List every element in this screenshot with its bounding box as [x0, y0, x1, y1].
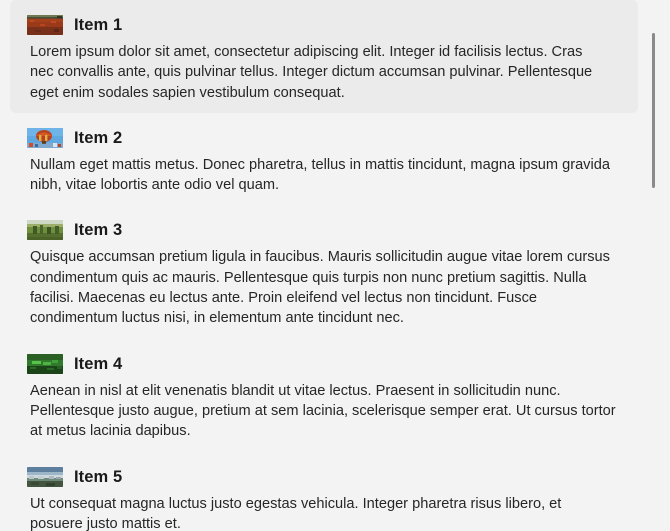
list-item-body: Nullam eget mattis metus. Donec pharetra… — [30, 156, 610, 194]
vertical-scrollbar-thumb[interactable] — [652, 33, 655, 188]
list-item-header: Item 1 — [20, 6, 622, 40]
app-root: Item 1 Lorem ipsum dolor sit amet, conse… — [0, 0, 670, 531]
list-item-header: Item 2 — [20, 119, 622, 153]
green-meadow-thumbnail — [27, 220, 63, 241]
list-item[interactable]: Item 1 Lorem ipsum dolor sit amet, conse… — [10, 0, 638, 113]
list-item-title: Item 3 — [74, 221, 123, 240]
list-item-header: Item 4 — [20, 345, 622, 379]
list-item[interactable]: Item 2 Nullam eget mattis metus. Donec p… — [10, 113, 638, 206]
list-item-header: Item 3 — [20, 211, 622, 245]
list-item-title: Item 1 — [74, 16, 123, 34]
item-list: Item 1 Lorem ipsum dolor sit amet, conse… — [0, 0, 648, 531]
list-item-body: Quisque accumsan pretium ligula in fauci… — [30, 249, 610, 327]
list-item-body: Aenean in nisl at elit venenatis blandit… — [30, 382, 616, 440]
list-item[interactable]: Item 3 Quisque accumsan pretium ligula i… — [10, 205, 638, 338]
hot-air-balloon-thumbnail — [27, 127, 63, 148]
list-item-body: Lorem ipsum dolor sit amet, consectetur … — [30, 44, 593, 101]
vertical-scrollbar-track[interactable] — [647, 0, 661, 531]
list-item[interactable]: Item 4 Aenean in nisl at elit venenatis … — [10, 339, 638, 452]
green-foliage-thumbnail — [27, 353, 63, 374]
list-item-title: Item 2 — [74, 128, 123, 147]
poppy-field-thumbnail — [27, 15, 63, 35]
list-item-title: Item 5 — [74, 467, 123, 486]
list-item-title: Item 4 — [74, 354, 123, 373]
list-item-body: Ut consequat magna luctus justo egestas … — [30, 495, 562, 531]
list-item-header: Item 5 — [20, 458, 622, 492]
lake-landscape-thumbnail — [27, 466, 63, 487]
list-item[interactable]: Item 5 Ut consequat magna luctus justo e… — [10, 452, 638, 531]
list-viewport[interactable]: Item 1 Lorem ipsum dolor sit amet, conse… — [0, 0, 670, 531]
